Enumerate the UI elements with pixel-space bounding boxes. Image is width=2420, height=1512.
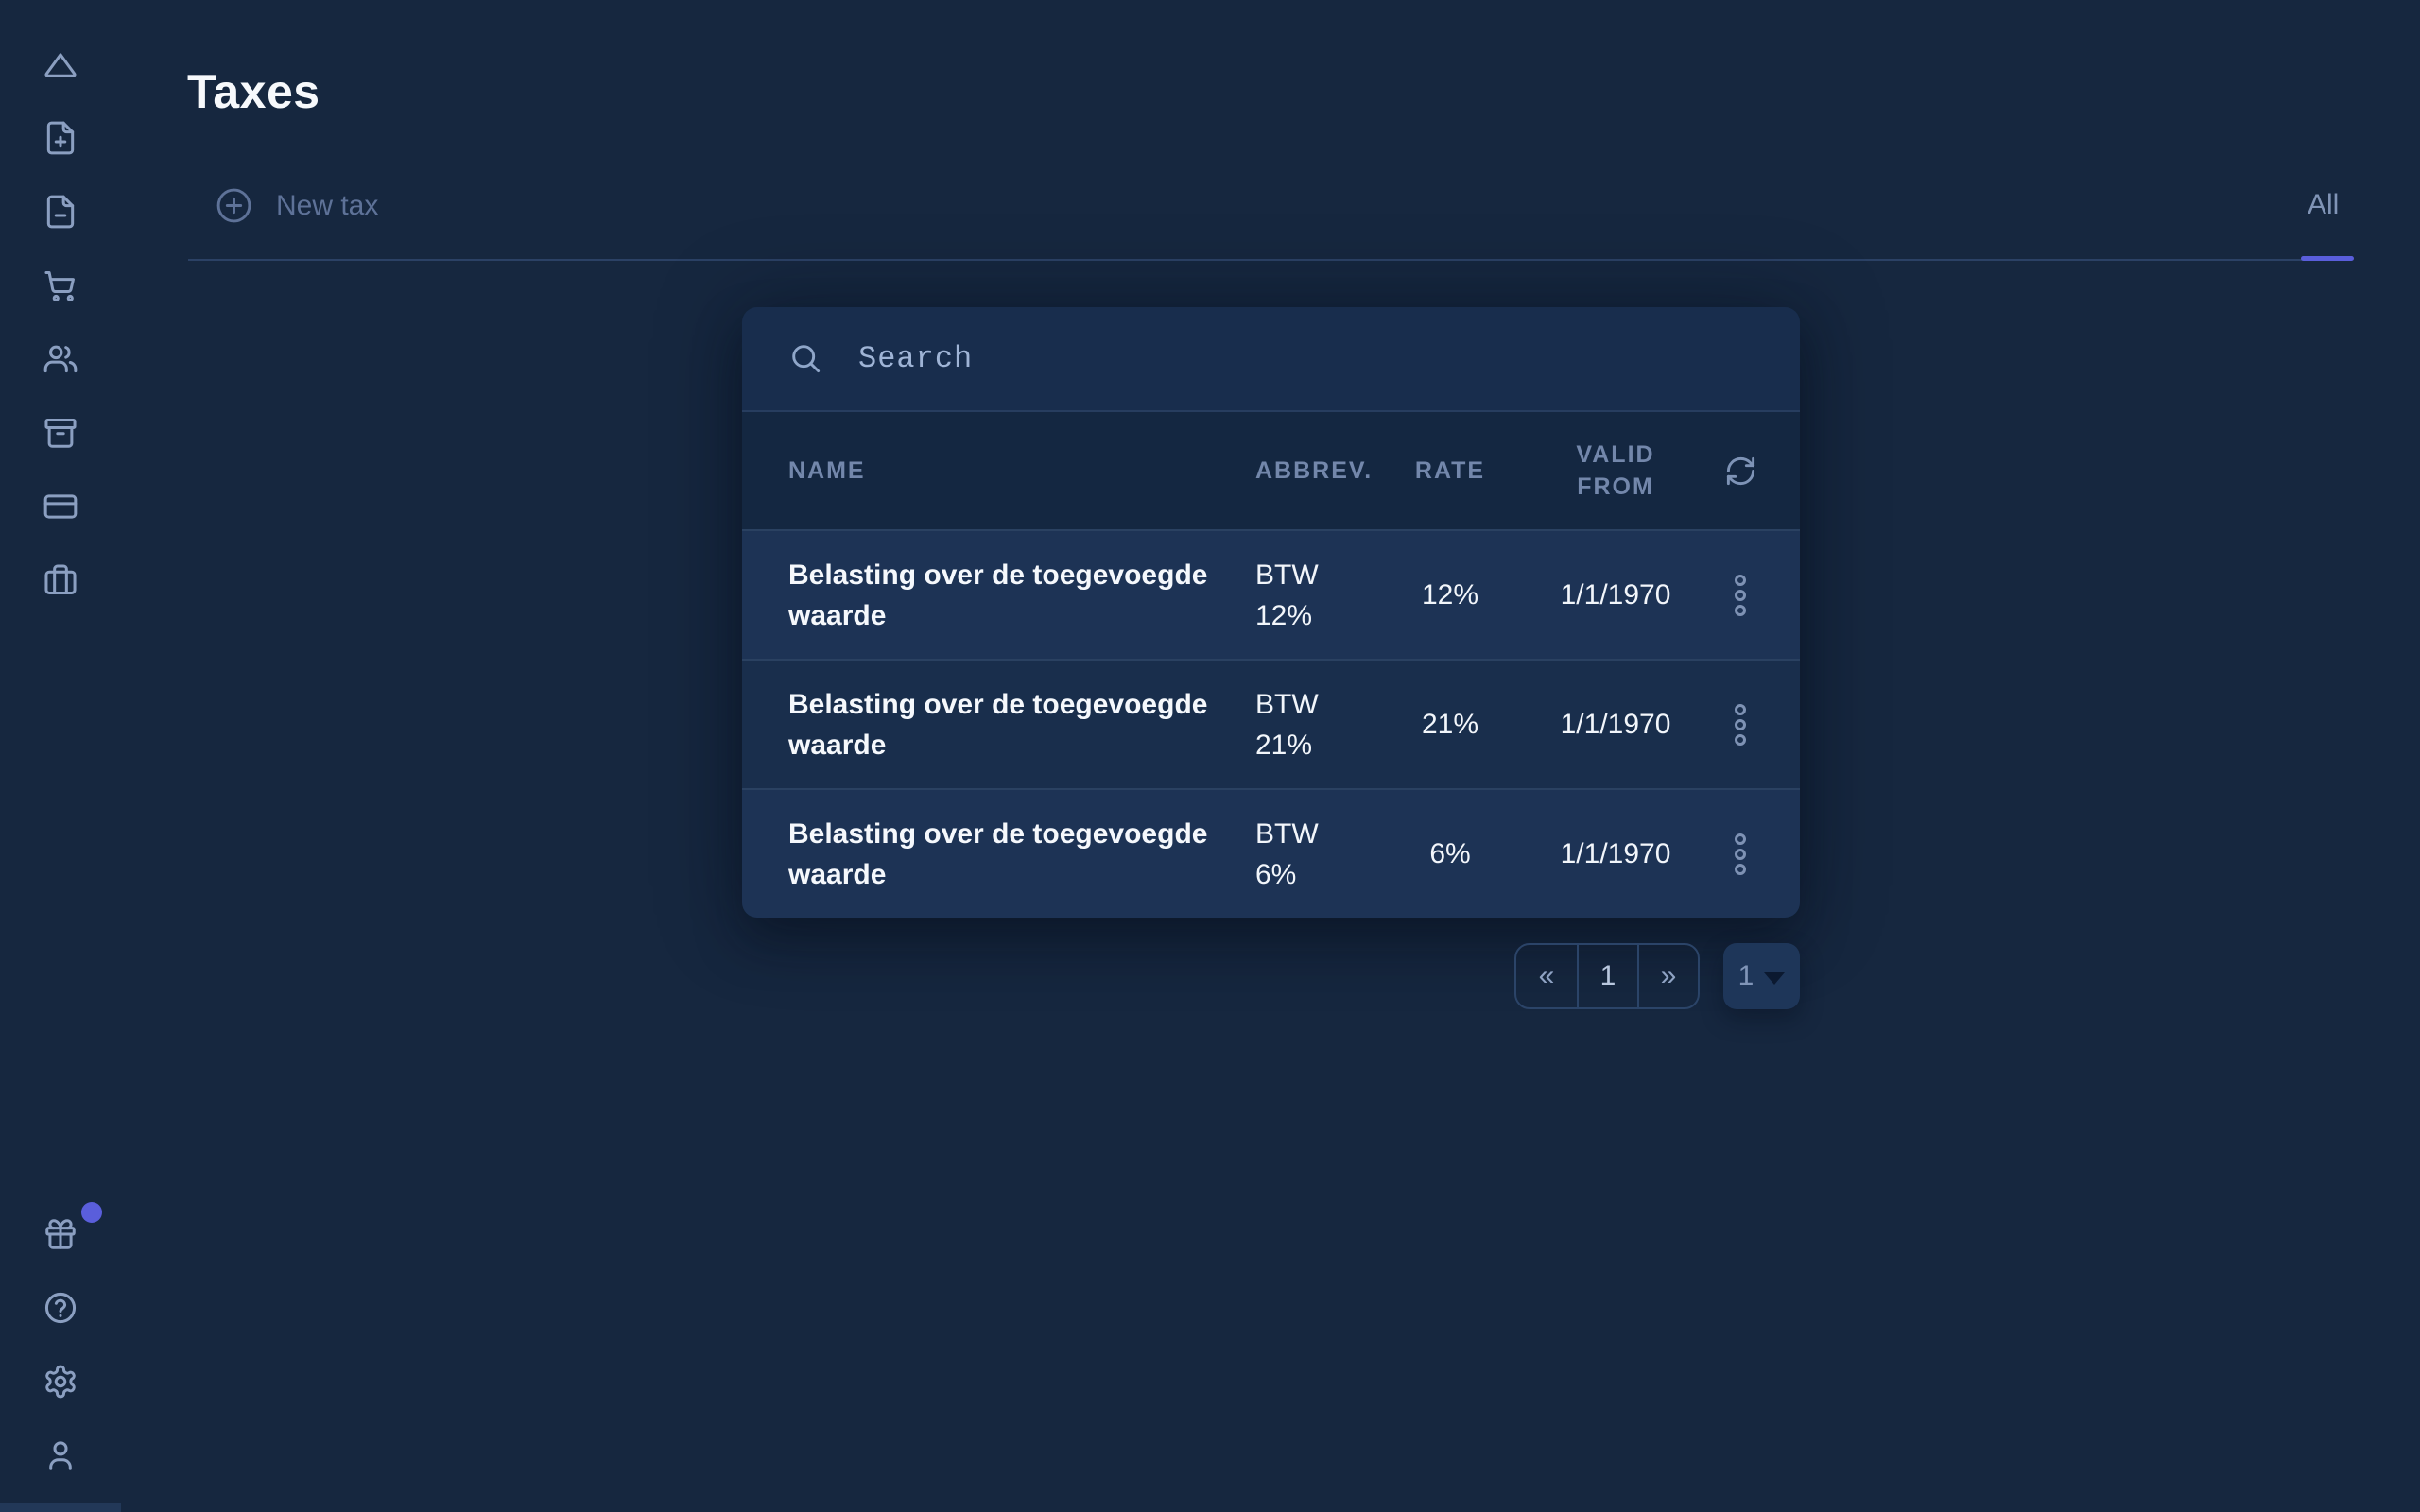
pagination-current-page: 1	[1577, 945, 1637, 1007]
tab-all[interactable]: All	[2308, 189, 2339, 221]
table-row[interactable]: Belasting over de toegevoegde waarde BTW…	[742, 788, 1800, 918]
tax-name: Belasting over de toegevoegde waarde	[788, 814, 1216, 895]
tax-name: Belasting over de toegevoegde waarde	[788, 555, 1216, 636]
tax-rate: 6%	[1379, 838, 1521, 870]
notification-dot	[81, 1202, 102, 1223]
tab-all-active-underline	[2301, 256, 2354, 261]
column-header-rate: RATE	[1379, 457, 1521, 485]
pagination: « 1 »	[1514, 943, 1700, 1009]
row-menu-button[interactable]	[1727, 826, 1754, 883]
tax-abbrev: BTW 12%	[1228, 555, 1379, 636]
page-size-dropdown[interactable]: 1	[1723, 943, 1800, 1009]
new-tax-label: New tax	[276, 190, 378, 222]
sidebar	[0, 0, 121, 1512]
user-icon[interactable]	[43, 1437, 78, 1473]
refresh-icon	[1724, 455, 1757, 488]
sidebar-bottom-group	[0, 1216, 121, 1473]
search-bar	[742, 307, 1800, 412]
tax-valid-from: 1/1/1970	[1521, 838, 1710, 870]
search-icon	[788, 341, 823, 376]
file-minus-icon[interactable]	[43, 194, 78, 230]
settings-gear-icon[interactable]	[43, 1364, 78, 1400]
pagination-next-button[interactable]: »	[1637, 945, 1698, 1007]
shopping-cart-icon[interactable]	[43, 267, 78, 303]
credit-card-icon[interactable]	[43, 489, 78, 524]
refresh-button[interactable]	[1722, 453, 1759, 490]
logo-triangle-icon[interactable]	[43, 46, 78, 82]
gift-icon[interactable]	[43, 1216, 78, 1252]
tax-abbrev: BTW 6%	[1228, 814, 1379, 895]
tax-name: Belasting over de toegevoegde waarde	[788, 684, 1216, 765]
column-header-valid-from: VALID FROM	[1521, 438, 1710, 503]
pagination-prev-button[interactable]: «	[1516, 945, 1577, 1007]
briefcase-icon[interactable]	[43, 562, 78, 598]
users-icon[interactable]	[43, 341, 78, 377]
new-tax-button[interactable]: New tax	[215, 186, 378, 225]
tabbar-divider	[188, 259, 2351, 261]
sidebar-top-group	[0, 46, 121, 598]
table-header-row: NAME ABBREV. RATE VALID FROM	[742, 412, 1800, 529]
plus-circle-icon	[215, 186, 253, 225]
row-menu-button[interactable]	[1727, 567, 1754, 624]
tax-rate: 21%	[1379, 709, 1521, 741]
table-row[interactable]: Belasting over de toegevoegde waarde BTW…	[742, 529, 1800, 659]
sidebar-scrollbar[interactable]	[0, 1503, 121, 1512]
row-menu-button[interactable]	[1727, 696, 1754, 753]
page-title: Taxes	[187, 64, 320, 119]
column-header-name: NAME	[788, 457, 1228, 485]
tax-abbrev: BTW 21%	[1228, 684, 1379, 765]
page-size-value: 1	[1738, 960, 1754, 992]
chevron-down-icon	[1764, 972, 1785, 985]
archive-icon[interactable]	[43, 415, 78, 451]
search-input[interactable]	[858, 341, 1762, 376]
column-header-abbrev: ABBREV.	[1228, 457, 1379, 485]
file-plus-icon[interactable]	[43, 120, 78, 156]
help-icon[interactable]	[43, 1290, 78, 1326]
taxes-table-panel: NAME ABBREV. RATE VALID FROM Belasting o…	[742, 307, 1800, 918]
tax-rate: 12%	[1379, 579, 1521, 611]
tax-valid-from: 1/1/1970	[1521, 579, 1710, 611]
tax-valid-from: 1/1/1970	[1521, 709, 1710, 741]
table-row[interactable]: Belasting over de toegevoegde waarde BTW…	[742, 659, 1800, 788]
